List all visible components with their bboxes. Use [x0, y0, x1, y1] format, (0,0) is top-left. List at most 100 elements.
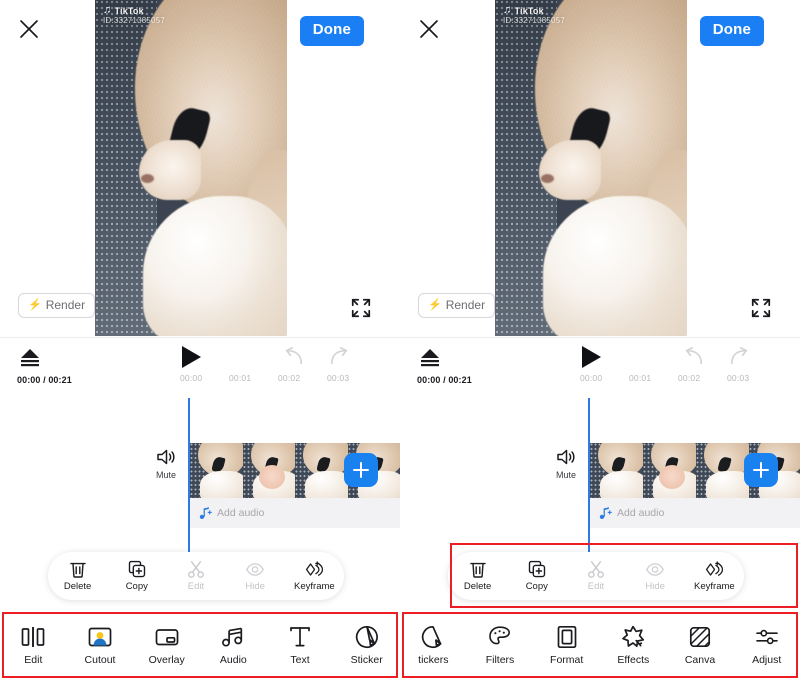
- toolbar-item-filters[interactable]: Filters: [467, 624, 534, 666]
- tiktok-watermark: ♫ TikTok: [503, 5, 544, 16]
- eye-icon: [245, 560, 265, 579]
- context-item-label: Keyframe: [694, 581, 735, 592]
- toolbar-item-label: Edit: [24, 654, 43, 666]
- ruler-tick: 00:00: [580, 373, 603, 383]
- redo-arrow-icon[interactable]: [328, 347, 350, 367]
- context-item-label: Edit: [587, 581, 605, 592]
- toolbar-item-edit[interactable]: Edit: [0, 624, 67, 666]
- toolbar-item-label: tickers: [418, 654, 449, 666]
- context-hide-button[interactable]: Hide: [227, 560, 283, 592]
- toolbar-item-audio[interactable]: Audio: [200, 624, 267, 666]
- timeline-area: Mute Add audio: [0, 398, 400, 575]
- context-delete-button[interactable]: Delete: [450, 560, 506, 592]
- copy-icon: [127, 560, 147, 579]
- toolbar-item-canva[interactable]: Canva: [667, 624, 734, 666]
- undo-arrow-icon[interactable]: [683, 347, 705, 367]
- ruler-tick: 00:01: [229, 373, 252, 383]
- play-button[interactable]: [580, 345, 602, 369]
- lightning-bolt-icon: ⚡: [428, 298, 442, 311]
- done-button[interactable]: Done: [699, 16, 764, 46]
- video-frame[interactable]: ♫ TikTok ID:33271385057: [495, 0, 687, 336]
- toolbar-item-label: Cutout: [84, 654, 116, 666]
- render-label: Render: [45, 298, 86, 312]
- close-icon[interactable]: [17, 17, 41, 41]
- text-t-icon: [287, 624, 313, 650]
- speaker-icon: [556, 448, 576, 466]
- context-edit-button[interactable]: Edit: [568, 560, 624, 592]
- video-preview-area: Done ♫ TikTok ID:33271385057 ⚡ Render: [0, 0, 400, 336]
- add-audio-track[interactable]: Add audio: [590, 498, 800, 528]
- context-hide-button[interactable]: Hide: [627, 560, 683, 592]
- toolbar-item-stickers[interactable]: tickers: [400, 624, 467, 666]
- clip-thumbnail[interactable]: [590, 443, 643, 498]
- mute-control[interactable]: Mute: [145, 448, 187, 480]
- eject-icon[interactable]: [418, 347, 442, 367]
- toolbar-item-format[interactable]: Format: [533, 624, 600, 666]
- render-button[interactable]: ⚡ Render: [18, 293, 96, 318]
- toolbar-item-adjust[interactable]: Adjust: [733, 624, 800, 666]
- context-item-label: Hide: [245, 581, 265, 592]
- context-item-label: Hide: [645, 581, 665, 592]
- context-toolbar-left: Delete Copy Edit Hide Keyframe: [48, 552, 344, 600]
- toolbar-item-text[interactable]: Text: [267, 624, 334, 666]
- add-clip-button[interactable]: [744, 453, 778, 487]
- ruler-tick: 00:03: [727, 373, 750, 383]
- panel-right: Done ♫ TikTok ID:33271385057 ⚡ Render 00…: [400, 0, 800, 678]
- tiktok-watermark-label: TikTok: [114, 5, 144, 16]
- toolbar-item-sticker[interactable]: Sticker: [333, 624, 400, 666]
- panel-left: Done ♫ TikTok ID:33271385057 ⚡ Render 00…: [0, 0, 400, 678]
- fullscreen-expand-icon[interactable]: [350, 297, 372, 319]
- lightning-bolt-icon: ⚡: [28, 298, 42, 311]
- eject-icon[interactable]: [18, 347, 42, 367]
- sticker-icon: [420, 624, 446, 650]
- tiktok-watermark: ♫ TikTok: [103, 5, 144, 16]
- toolbar-item-label: Adjust: [752, 654, 782, 666]
- add-clip-button[interactable]: [344, 453, 378, 487]
- ruler-tick: 00:02: [678, 373, 701, 383]
- overlay-rect-icon: [154, 624, 180, 650]
- canvas-hatch-icon: [687, 624, 713, 650]
- context-keyframe-button[interactable]: Keyframe: [686, 560, 742, 592]
- toolbar-item-effects[interactable]: Effects: [600, 624, 667, 666]
- undo-arrow-icon[interactable]: [283, 347, 305, 367]
- toolbar-item-overlay[interactable]: Overlay: [133, 624, 200, 666]
- context-edit-button[interactable]: Edit: [168, 560, 224, 592]
- clip-thumbnail[interactable]: [696, 443, 749, 498]
- video-frame[interactable]: ♫ TikTok ID:33271385057: [95, 0, 287, 336]
- context-item-label: Delete: [63, 581, 92, 592]
- music-note-icon: [220, 624, 246, 650]
- palette-icon: [487, 624, 513, 650]
- mute-label: Mute: [555, 470, 576, 480]
- toolbar-item-cutout[interactable]: Cutout: [67, 624, 134, 666]
- scissors-icon: [586, 560, 606, 579]
- context-item-label: Delete: [463, 581, 492, 592]
- tiktok-note-icon: ♫: [103, 4, 112, 16]
- ruler-tick: 00:02: [278, 373, 301, 383]
- timeline-area: Mute Add audio: [400, 398, 800, 575]
- add-audio-track[interactable]: Add audio: [190, 498, 400, 528]
- fullscreen-expand-icon[interactable]: [750, 297, 772, 319]
- context-item-label: Keyframe: [294, 581, 335, 592]
- context-delete-button[interactable]: Delete: [50, 560, 106, 592]
- clip-thumbnail[interactable]: [643, 443, 696, 498]
- format-frame-icon: [554, 624, 580, 650]
- divider: [0, 337, 400, 338]
- context-copy-button[interactable]: Copy: [509, 560, 565, 592]
- close-icon[interactable]: [417, 17, 441, 41]
- done-button[interactable]: Done: [299, 16, 364, 46]
- render-button[interactable]: ⚡ Render: [418, 293, 496, 318]
- mute-control[interactable]: Mute: [545, 448, 587, 480]
- clip-thumbnail[interactable]: [295, 443, 348, 498]
- clip-thumbnail[interactable]: [190, 443, 243, 498]
- play-button[interactable]: [180, 345, 202, 369]
- ruler-tick: 00:00: [180, 373, 203, 383]
- redo-arrow-icon[interactable]: [728, 347, 750, 367]
- timeline-ruler[interactable]: 00:00 00:01 00:02 00:03: [0, 373, 400, 389]
- eye-icon: [645, 560, 665, 579]
- context-keyframe-button[interactable]: Keyframe: [286, 560, 342, 592]
- timeline-ruler[interactable]: 00:00 00:01 00:02 00:03: [400, 373, 800, 389]
- person-cutout-icon: [87, 624, 113, 650]
- context-copy-button[interactable]: Copy: [109, 560, 165, 592]
- clip-thumbnail[interactable]: [242, 443, 295, 498]
- tiktok-note-icon: ♫: [503, 4, 512, 16]
